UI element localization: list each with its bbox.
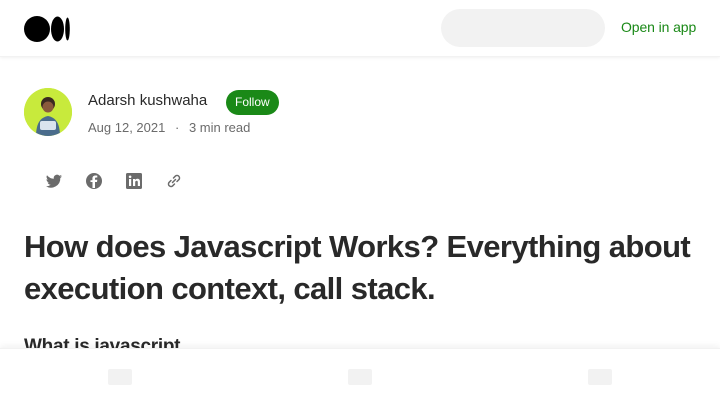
read-time: 3 min read bbox=[188, 120, 251, 135]
twitter-icon[interactable] bbox=[44, 171, 64, 191]
facebook-icon[interactable] bbox=[84, 171, 104, 191]
article-title: How does Javascript Works? Everything ab… bbox=[24, 229, 691, 306]
avatar-image bbox=[24, 88, 72, 136]
placeholder-icon[interactable] bbox=[108, 369, 132, 385]
search-bar[interactable] bbox=[441, 9, 605, 47]
author-avatar[interactable] bbox=[24, 88, 72, 136]
article-meta: Aug 12, 2021 · 3 min read bbox=[88, 120, 250, 135]
link-icon[interactable] bbox=[164, 171, 184, 191]
placeholder-icon[interactable] bbox=[588, 369, 612, 385]
medium-logo-icon[interactable] bbox=[24, 16, 70, 42]
publish-date: Aug 12, 2021 bbox=[88, 120, 166, 135]
linkedin-icon[interactable] bbox=[124, 171, 144, 191]
author-name[interactable]: Adarsh kushwaha bbox=[88, 92, 207, 109]
top-navigation-bar: Open in app bbox=[0, 0, 720, 57]
bottom-action-bar bbox=[0, 348, 720, 405]
meta-separator: · bbox=[174, 120, 180, 135]
open-in-app-link[interactable]: Open in app bbox=[621, 19, 696, 35]
placeholder-icon[interactable] bbox=[348, 369, 372, 385]
follow-button[interactable]: Follow bbox=[226, 90, 279, 115]
